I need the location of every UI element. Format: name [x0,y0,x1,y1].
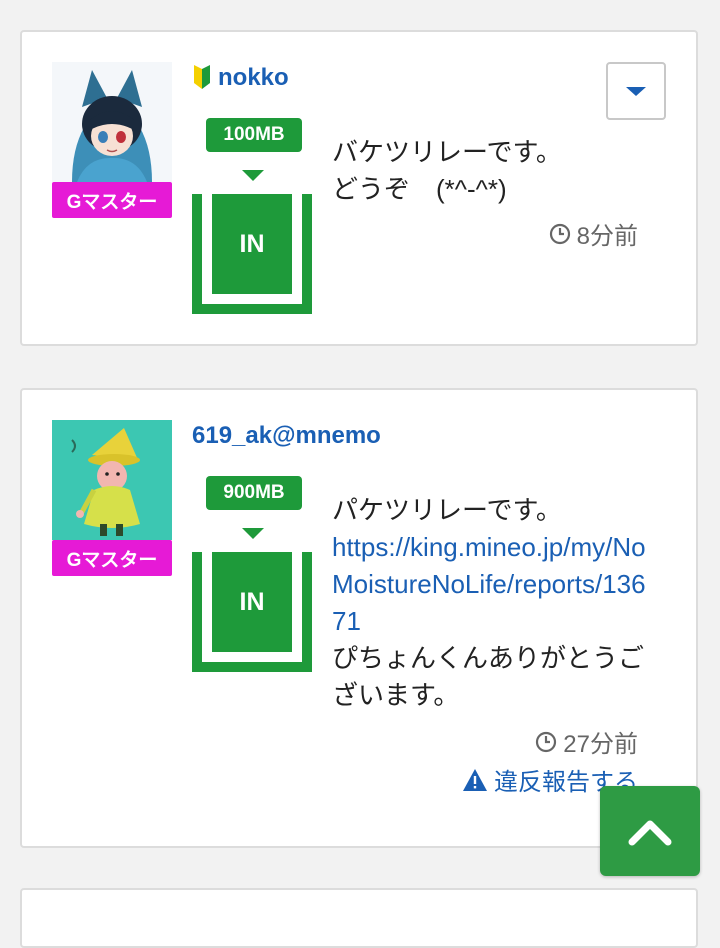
time-text: 27分前 [563,731,638,758]
data-amount-pill: 900MB [206,476,302,510]
username-link[interactable]: nokko [192,64,289,92]
data-amount-pill: 100MB [206,118,302,152]
message-line: バケツリレーです。 [332,137,562,167]
post-menu-button[interactable] [606,62,666,120]
arrow-down-icon [242,528,264,539]
caret-down-icon [626,86,646,96]
post-message: パケツリレーです。 https://king.mineo.jp/my/NoMoi… [332,492,652,714]
user-avatar[interactable] [52,420,172,540]
message-line: パケツリレーです。 [332,495,562,525]
in-label: IN [212,194,292,294]
arrow-down-icon [242,170,264,181]
clock-icon [536,731,557,752]
message-line: ぴちょんくんありがとうございます。 [332,643,645,710]
in-indicator: IN [192,552,312,672]
in-label: IN [212,552,292,652]
message-line: どうぞ (*^-^*) [332,174,507,204]
user-avatar[interactable] [52,62,172,182]
beginner-mark-icon [194,65,210,89]
chevron-up-icon [628,820,672,846]
post-card: Gマスター 619_ak@mnemo 900MB IN パケツリレーです。 ht… [20,388,698,848]
username-text: 619_ak@mnemo [192,422,381,449]
username-link[interactable]: 619_ak@mnemo [192,422,381,450]
clock-icon [549,223,570,244]
time-text: 8分前 [576,223,638,250]
post-time: 8分前 [549,216,638,251]
rank-badge: Gマスター [52,182,172,218]
report-link[interactable]: https://king.mineo.jp/my/NoMoistureNoLif… [332,529,652,640]
username-text: nokko [218,64,289,91]
post-message: バケツリレーです。 どうぞ (*^-^*) [332,134,652,208]
rank-badge: Gマスター [52,540,172,576]
scroll-top-button[interactable] [600,786,700,876]
in-indicator: IN [192,194,312,314]
post-card [20,888,698,948]
post-card: Gマスター nokko 100MB IN バケツリレーです。 どうぞ (*^-^… [20,30,698,346]
warning-icon [463,768,487,791]
post-time: 27分前 [535,724,638,759]
